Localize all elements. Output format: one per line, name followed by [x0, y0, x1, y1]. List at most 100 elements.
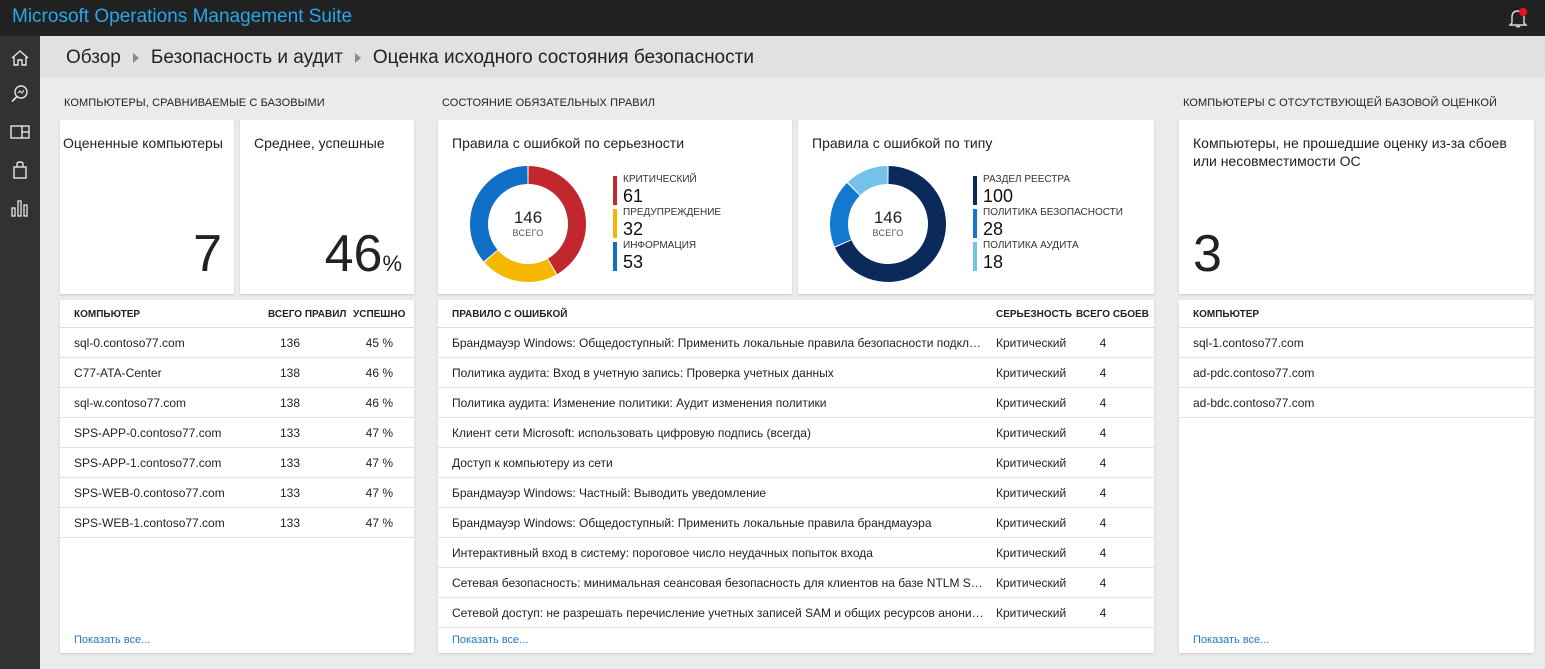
total-rules-cell: 133 [279, 516, 301, 530]
average-passed-number: 46 [324, 225, 383, 283]
breadcrumb-bar: Обзор Безопасность и аудит Оценка исходн… [40, 36, 1545, 78]
column-computer[interactable]: КОМПЬЮТЕР [74, 309, 140, 320]
rules-section-title: СОСТОЯНИЕ ОБЯЗАТЕЛЬНЫХ ПРАВИЛ [442, 97, 656, 109]
table-row[interactable]: SPS-WEB-1.contoso77.com 133 47 % [60, 508, 414, 538]
computer-name-cell: sql-w.contoso77.com [74, 396, 187, 410]
rules-by-severity-title: Правила с ошибкой по серьезности [452, 135, 685, 151]
passed-cell: 47 % [365, 456, 393, 470]
column-failed-rule[interactable]: ПРАВИЛО С ОШИБКОЙ [452, 309, 567, 320]
failed-rule-cell: Политика аудита: Изменение политики: Ауд… [452, 396, 827, 410]
legend-registry-key: РАЗДЕЛ РЕЕСТРА 100 [973, 174, 1123, 207]
legend-information-value: 53 [623, 252, 644, 272]
column-total-failures[interactable]: ВСЕГО СБОЕВ [1076, 309, 1149, 320]
solutions-icon[interactable] [8, 158, 32, 182]
table-row[interactable]: sql-0.contoso77.com 136 45 % [60, 328, 414, 358]
passed-cell: 47 % [365, 516, 393, 530]
chart-icon[interactable] [8, 196, 32, 220]
computer-name-cell: C77-ATA-Center [74, 366, 162, 380]
severity-cell: Критический [996, 366, 1067, 380]
missing-assessment-tile[interactable]: Компьютеры, не прошедшие оценку из-за сб… [1179, 120, 1534, 294]
table-row[interactable]: C77-ATA-Center 138 46 % [60, 358, 414, 388]
table-row[interactable]: SPS-APP-1.contoso77.com 133 47 % [60, 448, 414, 478]
breadcrumb-overview[interactable]: Обзор [66, 47, 121, 69]
computer-name-cell: ad-pdc.contoso77.com [1193, 366, 1315, 380]
table-row[interactable]: ad-bdc.contoso77.com [1179, 388, 1534, 418]
rules-by-type-tile[interactable]: Правила с ошибкой по типу 146 ВСЕГО РАЗД… [798, 120, 1154, 294]
breadcrumb-security-audit[interactable]: Безопасность и аудит [151, 47, 343, 69]
legend-information-label: ИНФОРМАЦИЯ [623, 240, 697, 251]
column-total-rules[interactable]: ВСЕГО ПРАВИЛ [268, 309, 346, 320]
type-legend: РАЗДЕЛ РЕЕСТРА 100 ПОЛИТИКА БЕЗОПАСНОСТИ… [973, 174, 1123, 273]
rules-by-severity-tile[interactable]: Правила с ошибкой по серьезности 146 ВСЕ… [438, 120, 792, 294]
legend-critical-swatch [613, 176, 617, 205]
passed-cell: 47 % [365, 426, 393, 440]
legend-warning-label: ПРЕДУПРЕЖДЕНИЕ [623, 207, 722, 218]
legend-registry-key-label: РАЗДЕЛ РЕЕСТРА [983, 174, 1071, 185]
severity-cell: Критический [996, 516, 1067, 530]
failed-rules-table: ПРАВИЛО С ОШИБКОЙ СЕРЬЕЗНОСТЬ ВСЕГО СБОЕ… [438, 300, 1154, 653]
missing-computers-table-header: КОМПЬЮТЕР [1179, 300, 1534, 328]
type-donut-center: 146 ВСЕГО [848, 208, 928, 238]
severity-cell: Критический [996, 606, 1067, 620]
legend-security-policy: ПОЛИТИКА БЕЗОПАСНОСТИ 28 [973, 207, 1123, 240]
app-title[interactable]: Microsoft Operations Management Suite [12, 6, 352, 28]
table-row[interactable]: Политика аудита: Изменение политики: Ауд… [438, 388, 1154, 418]
computer-name-cell: SPS-WEB-0.contoso77.com [74, 486, 225, 500]
table-row[interactable]: Клиент сети Microsoft: использовать цифр… [438, 418, 1154, 448]
home-icon[interactable] [8, 46, 32, 70]
failures-cell: 4 [1099, 606, 1107, 620]
table-row[interactable]: Сетевой доступ: не разрешать перечислени… [438, 598, 1154, 628]
legend-registry-key-value: 100 [983, 186, 1014, 206]
search-icon[interactable] [8, 82, 32, 106]
failed-rule-cell: Интерактивный вход в систему: пороговое … [452, 546, 873, 560]
table-row[interactable]: Интерактивный вход в систему: пороговое … [438, 538, 1154, 568]
type-total-label: ВСЕГО [872, 228, 904, 238]
failed-rule-cell: Брандмауэр Windows: Частный: Выводить ув… [452, 486, 767, 500]
average-passed-tile[interactable]: Среднее, успешные 46% [240, 120, 414, 294]
table-row[interactable]: SPS-WEB-0.contoso77.com 133 47 % [60, 478, 414, 508]
assessed-computers-label: Оцененные компьютеры [63, 135, 223, 151]
severity-cell: Критический [996, 456, 1067, 470]
severity-cell: Критический [996, 336, 1067, 350]
legend-critical-value: 61 [623, 186, 644, 206]
severity-cell: Критический [996, 546, 1067, 560]
assessed-computers-tile[interactable]: Оцененные компьютеры 7 [60, 120, 234, 294]
failures-cell: 4 [1099, 396, 1107, 410]
column-passed[interactable]: УСПЕШНО [353, 309, 405, 320]
computer-name-cell: SPS-APP-1.contoso77.com [74, 456, 222, 470]
table-row[interactable]: Брандмауэр Windows: Частный: Выводить ув… [438, 478, 1154, 508]
table-row[interactable]: Доступ к компьютеру из сети Критический 4 [438, 448, 1154, 478]
rules-show-all-link[interactable]: Показать все... [452, 634, 528, 646]
table-row[interactable]: Политика аудита: Вход в учетную запись: … [438, 358, 1154, 388]
failures-cell: 4 [1099, 546, 1107, 560]
failures-cell: 4 [1099, 336, 1107, 350]
total-rules-cell: 136 [279, 336, 301, 350]
column-severity[interactable]: СЕРЬЕЗНОСТЬ [996, 309, 1072, 320]
table-row[interactable]: Сетевая безопасность: минимальная сеансо… [438, 568, 1154, 598]
table-row[interactable]: sql-w.contoso77.com 138 46 % [60, 388, 414, 418]
missing-section-title: КОМПЬЮТЕРЫ С ОТСУТСТВУЮЩЕЙ БАЗОВОЙ ОЦЕНК… [1183, 97, 1498, 109]
average-passed-unit: % [382, 251, 402, 276]
dashboard-icon[interactable] [8, 120, 32, 144]
table-row[interactable]: Брандмауэр Windows: Общедоступный: Приме… [438, 508, 1154, 538]
table-row[interactable]: Брандмауэр Windows: Общедоступный: Приме… [438, 328, 1154, 358]
chevron-right-icon [354, 53, 361, 63]
severity-cell: Критический [996, 576, 1067, 590]
table-row[interactable]: sql-1.contoso77.com [1179, 328, 1534, 358]
column-computer[interactable]: КОМПЬЮТЕР [1193, 309, 1259, 320]
computers-show-all-link[interactable]: Показать все... [74, 634, 150, 646]
legend-audit-policy-value: 18 [983, 252, 1004, 272]
missing-show-all-link[interactable]: Показать все... [1193, 634, 1269, 646]
top-bar: Microsoft Operations Management Suite [0, 0, 1545, 36]
notification-bell-icon[interactable] [1507, 7, 1529, 29]
legend-information: ИНФОРМАЦИЯ 53 [613, 240, 721, 273]
legend-registry-key-swatch [973, 176, 977, 205]
legend-audit-policy-swatch [973, 242, 977, 271]
legend-warning: ПРЕДУПРЕЖДЕНИЕ 32 [613, 207, 721, 240]
table-row[interactable]: SPS-APP-0.contoso77.com 133 47 % [60, 418, 414, 448]
failed-rule-cell: Политика аудита: Вход в учетную запись: … [452, 366, 834, 380]
donut-slice-предупреждение[interactable] [484, 250, 557, 282]
table-row[interactable]: ad-pdc.contoso77.com [1179, 358, 1534, 388]
failed-rule-cell: Сетевой доступ: не разрешать перечислени… [452, 606, 988, 620]
missing-assessment-value: 3 [1193, 225, 1222, 283]
